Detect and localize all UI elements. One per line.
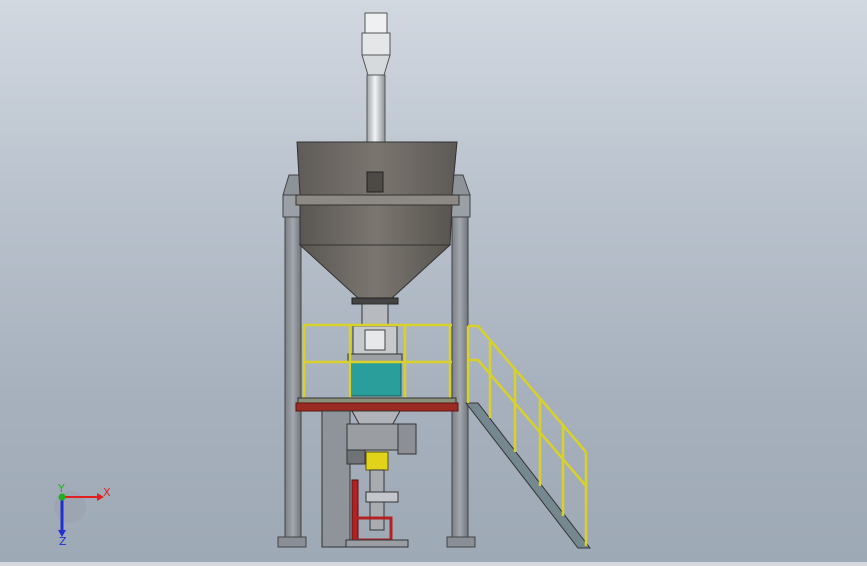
feeder-unit: [347, 303, 403, 397]
staircase: [464, 324, 592, 549]
intake-pipe: [361, 12, 391, 144]
hopper: [295, 141, 460, 305]
model-canvas[interactable]: X Y Z: [0, 0, 867, 562]
packing-machine: [321, 410, 417, 548]
platform-deck: [295, 397, 459, 412]
z-axis-label: Z: [59, 535, 67, 548]
y-axis-label: Y: [57, 482, 65, 495]
x-axis-label: X: [103, 486, 111, 499]
axis-triad: X Y Z: [54, 482, 111, 548]
cad-viewport[interactable]: X Y Z: [0, 0, 867, 562]
